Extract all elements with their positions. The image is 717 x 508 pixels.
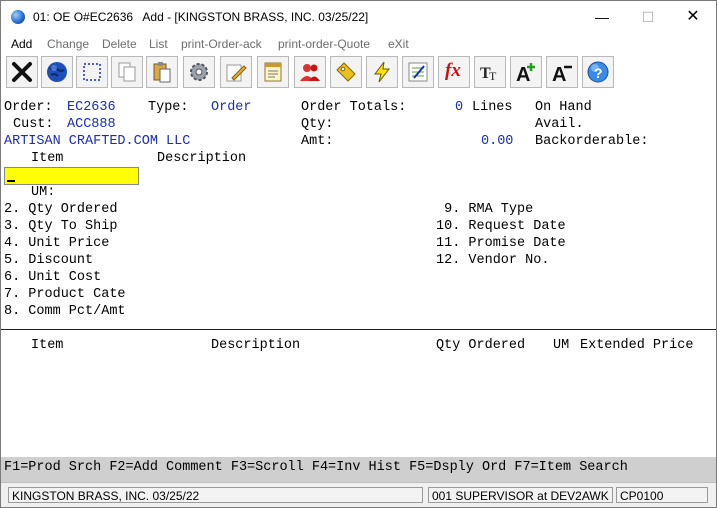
menu-print-order-ack[interactable]: print-Order-ack bbox=[181, 37, 262, 51]
function-fx-icon[interactable]: fx bbox=[438, 56, 470, 88]
field-discount: 5. Discount bbox=[4, 253, 94, 268]
column-description: Description bbox=[211, 338, 301, 353]
menu-delete[interactable]: Delete bbox=[102, 37, 137, 51]
field-rma-type: 9. RMA Type bbox=[436, 202, 534, 217]
copy-icon[interactable] bbox=[111, 56, 143, 88]
fx-label: fx bbox=[445, 60, 461, 81]
users-icon[interactable] bbox=[294, 56, 326, 88]
globe-icon[interactable] bbox=[41, 56, 73, 88]
window-title: 01: OE O#EC2636 Add - [KINGSTON BRASS, I… bbox=[33, 10, 369, 24]
settings-gear-icon[interactable] bbox=[183, 56, 215, 88]
menu-print-order-quote[interactable]: print-order-Quote bbox=[278, 37, 370, 51]
order-number: EC2636 bbox=[67, 100, 116, 115]
field-comm-pct-amt: 8. Comm Pct/Amt bbox=[4, 304, 126, 319]
application-window: 01: OE O#EC2636 Add - [KINGSTON BRASS, I… bbox=[0, 0, 717, 508]
title-bar: 01: OE O#EC2636 Add - [KINGSTON BRASS, I… bbox=[1, 1, 716, 33]
font-decrease-icon[interactable]: A bbox=[546, 56, 578, 88]
column-extended-price: Extended Price bbox=[580, 338, 694, 353]
customer-name: ARTISAN CRAFTED.COM LLC bbox=[4, 134, 191, 149]
amt-label: Amt: bbox=[301, 134, 334, 149]
description-label: Description bbox=[157, 151, 247, 166]
menu-change[interactable]: Change bbox=[47, 37, 89, 51]
lines-count: 0 bbox=[455, 100, 464, 115]
avail-label: Avail. bbox=[535, 117, 584, 132]
svg-text:T: T bbox=[489, 69, 497, 83]
qty-label: Qty: bbox=[301, 117, 334, 132]
amount-value: 0.00 bbox=[481, 134, 514, 149]
toolbar: fx TT A A ? bbox=[1, 54, 716, 92]
field-request-date: 10. Request Date bbox=[436, 219, 566, 234]
function-key-legend: F1=Prod Srch F2=Add Comment F3=Scroll F4… bbox=[4, 460, 628, 475]
select-box-icon[interactable] bbox=[76, 56, 108, 88]
field-unit-cost: 6. Unit Cost bbox=[4, 270, 102, 285]
item-label: Item bbox=[31, 151, 64, 166]
field-qty-ordered: 2. Qty Ordered bbox=[4, 202, 118, 217]
app-globe-icon bbox=[11, 10, 25, 24]
svg-text:?: ? bbox=[594, 65, 603, 81]
edit-pencil-icon[interactable] bbox=[220, 56, 252, 88]
item-input[interactable] bbox=[4, 167, 139, 185]
type-label: Type: bbox=[148, 100, 189, 115]
cust-label: Cust: bbox=[13, 117, 54, 132]
lines-label: Lines bbox=[472, 100, 513, 115]
order-label: Order: bbox=[4, 100, 53, 115]
close-button[interactable]: ✕ bbox=[670, 1, 716, 33]
column-item: Item bbox=[31, 338, 64, 353]
status-company: KINGSTON BRASS, INC. 03/25/22 bbox=[8, 487, 423, 503]
status-bar: KINGSTON BRASS, INC. 03/25/22 001 SUPERV… bbox=[1, 482, 716, 507]
field-unit-price: 4. Unit Price bbox=[4, 236, 110, 251]
paste-icon[interactable] bbox=[146, 56, 178, 88]
text-cursor bbox=[7, 180, 15, 182]
status-program: CP0100 bbox=[616, 487, 708, 503]
field-vendor-no: 12. Vendor No. bbox=[436, 253, 550, 268]
order-type: Order bbox=[211, 100, 252, 115]
status-user: 001 SUPERVISOR at DEV2AWK bbox=[428, 487, 613, 503]
field-promise-date: 11. Promise Date bbox=[436, 236, 566, 251]
section-divider bbox=[1, 329, 716, 330]
column-um: UM bbox=[553, 338, 570, 353]
column-qty-ordered: Qty Ordered bbox=[436, 338, 526, 353]
help-icon[interactable]: ? bbox=[582, 56, 614, 88]
menu-list[interactable]: List bbox=[149, 37, 168, 51]
minimize-button[interactable]: — bbox=[579, 1, 625, 33]
tag-icon[interactable] bbox=[330, 56, 362, 88]
field-qty-to-ship: 3. Qty To Ship bbox=[4, 219, 118, 234]
customer-code: ACC888 bbox=[67, 117, 116, 132]
calculator-icon[interactable] bbox=[402, 56, 434, 88]
lightning-icon[interactable] bbox=[366, 56, 398, 88]
notepad-icon[interactable] bbox=[257, 56, 289, 88]
order-totals-label: Order Totals: bbox=[301, 100, 407, 115]
backorderable-label: Backorderable: bbox=[535, 134, 649, 149]
font-type-icon[interactable]: TT bbox=[474, 56, 506, 88]
maximize-button[interactable]: ☐ bbox=[625, 1, 671, 33]
exit-x-icon[interactable] bbox=[6, 56, 38, 88]
order-entry-screen: Order: EC2636 Type: Order Order Totals: … bbox=[1, 93, 716, 458]
menu-bar: Add Change Delete List print-Order-ack p… bbox=[1, 34, 716, 54]
function-key-bar: F1=Prod Srch F2=Add Comment F3=Scroll F4… bbox=[1, 457, 716, 482]
on-hand-label: On Hand bbox=[535, 100, 592, 115]
font-increase-icon[interactable]: A bbox=[510, 56, 542, 88]
menu-exit[interactable]: eXit bbox=[388, 37, 409, 51]
field-product-category: 7. Product Cate bbox=[4, 287, 126, 302]
um-label: UM: bbox=[31, 185, 56, 200]
menu-add[interactable]: Add bbox=[11, 37, 32, 51]
